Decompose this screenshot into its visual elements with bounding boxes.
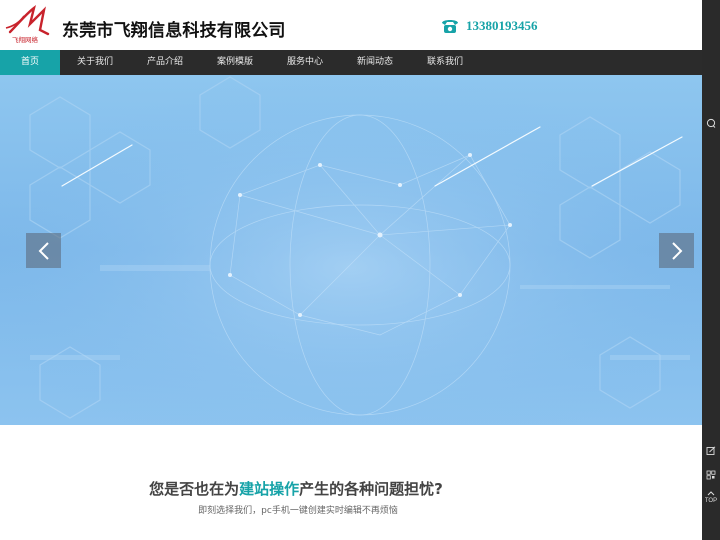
main-nav: 首页 关于我们 产品介绍 案例模版 服务中心 新闻动态 联系我们 [0, 50, 702, 75]
banner-prev-button[interactable] [26, 233, 61, 268]
edit-icon[interactable] [706, 446, 716, 456]
phone-contact: 13380193456 [440, 16, 538, 36]
company-logo[interactable]: 飞翔网络 [4, 4, 60, 44]
nav-item-home[interactable]: 首页 [0, 50, 60, 75]
banner-next-button[interactable] [659, 233, 694, 268]
nav-item-news[interactable]: 新闻动态 [340, 50, 410, 75]
back-to-top-label: TOP [704, 498, 718, 504]
site-header: 飞翔网络 东莞市飞翔信息科技有限公司 13380193456 [0, 0, 702, 50]
logo-text: 飞翔网络 [12, 35, 39, 44]
nav-item-cases[interactable]: 案例模版 [200, 50, 270, 75]
section-title-after: 产生的各种问题担忧? [299, 480, 443, 498]
chevron-right-icon [671, 241, 682, 260]
phone-number: 13380193456 [466, 18, 538, 33]
hero-banner [0, 75, 702, 425]
qrcode-icon[interactable] [706, 470, 716, 480]
nav-item-products[interactable]: 产品介绍 [130, 50, 200, 75]
telephone-icon [442, 20, 458, 33]
back-to-top-icon [707, 491, 715, 496]
right-float-bar: TOP [702, 0, 720, 540]
company-name: 东莞市飞翔信息科技有限公司 [62, 21, 286, 41]
chat-icon[interactable] [706, 118, 716, 128]
nav-item-service[interactable]: 服务中心 [270, 50, 340, 75]
back-to-top-button[interactable]: TOP [702, 490, 720, 504]
page: 飞翔网络 东莞市飞翔信息科技有限公司 13380193456 首页 关于我们 产… [0, 0, 720, 540]
section-title: 您是否也在为建站操作产生的各种问题担忧? [0, 478, 592, 499]
nav-item-contact[interactable]: 联系我们 [410, 50, 480, 75]
section-subtitle: 即刻选择我们，pc手机一键创建实时编辑不再烦恼 [198, 506, 398, 516]
banner-background [0, 75, 702, 425]
nav-item-about[interactable]: 关于我们 [60, 50, 130, 75]
section-title-before: 您是否也在为 [149, 480, 240, 498]
section-title-highlight: 建站操作 [239, 480, 300, 498]
chevron-left-icon [38, 241, 49, 260]
